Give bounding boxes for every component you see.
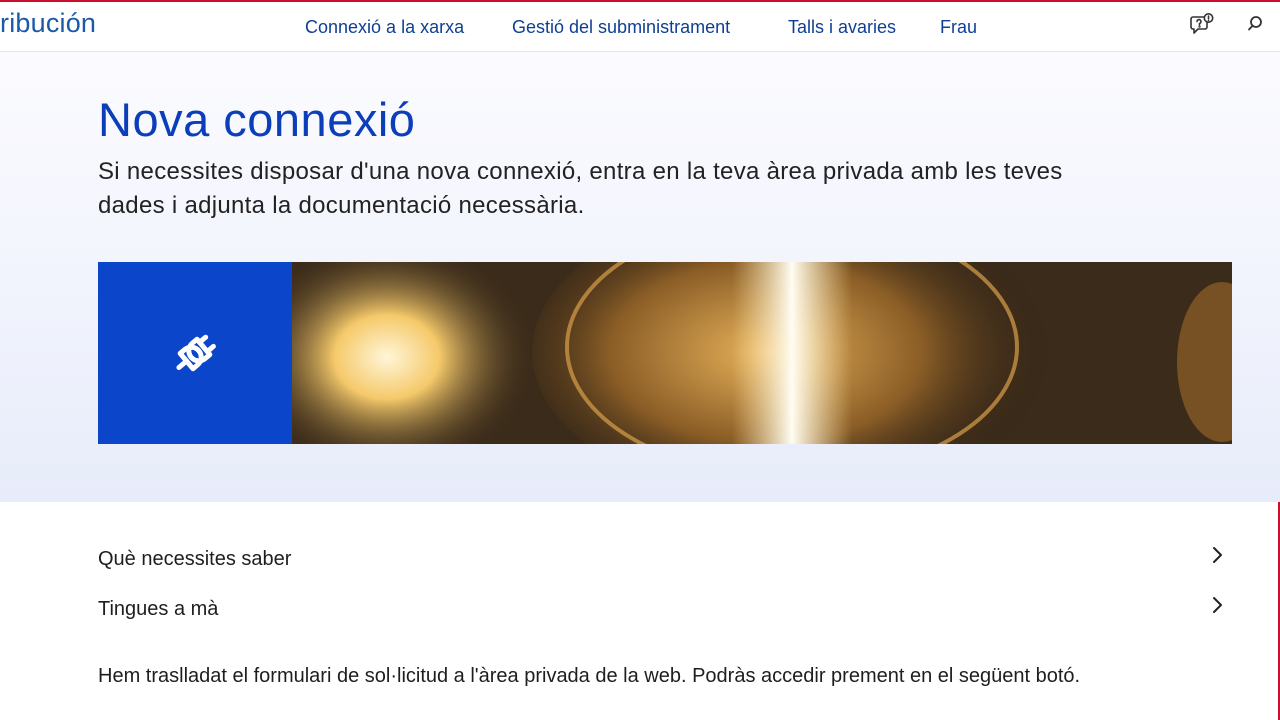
plug-connection-icon bbox=[176, 334, 216, 372]
search-icon[interactable] bbox=[1243, 10, 1271, 38]
site-header: ribución Connexió a la xarxa Gestió del … bbox=[0, 2, 1280, 52]
accordion-tingues-a-ma[interactable]: Tingues a mà bbox=[98, 590, 1232, 626]
nav-link-frau[interactable]: Frau bbox=[940, 17, 977, 38]
nav-link-gestio[interactable]: Gestió del subministrament bbox=[512, 17, 730, 38]
info-text: Hem traslladat el formulari de sol·licit… bbox=[98, 665, 1081, 687]
chat-help-icon[interactable] bbox=[1189, 10, 1217, 38]
nav-link-talls[interactable]: Talls i avaries bbox=[788, 17, 896, 38]
hero-banner bbox=[98, 262, 1232, 444]
nav-link-connexio[interactable]: Connexió a la xarxa bbox=[305, 17, 464, 38]
lightbulb-photo bbox=[292, 262, 1232, 444]
banner-icon-panel bbox=[98, 262, 292, 444]
accordion-label: Què necessites saber bbox=[98, 548, 292, 570]
page-subtitle: Si necessites disposar d'una nova connex… bbox=[98, 158, 1063, 219]
chevron-right-icon bbox=[1213, 547, 1222, 563]
brand-logo-text[interactable]: ribución bbox=[0, 8, 96, 39]
hero-section: Nova connexió Si necessites disposar d'u… bbox=[0, 52, 1280, 502]
accordion-label: Tingues a mà bbox=[98, 598, 219, 620]
chevron-right-icon bbox=[1213, 597, 1222, 613]
accordion-que-necessites-saber[interactable]: Què necessites saber bbox=[98, 540, 1232, 576]
page-title: Nova connexió bbox=[98, 93, 416, 146]
